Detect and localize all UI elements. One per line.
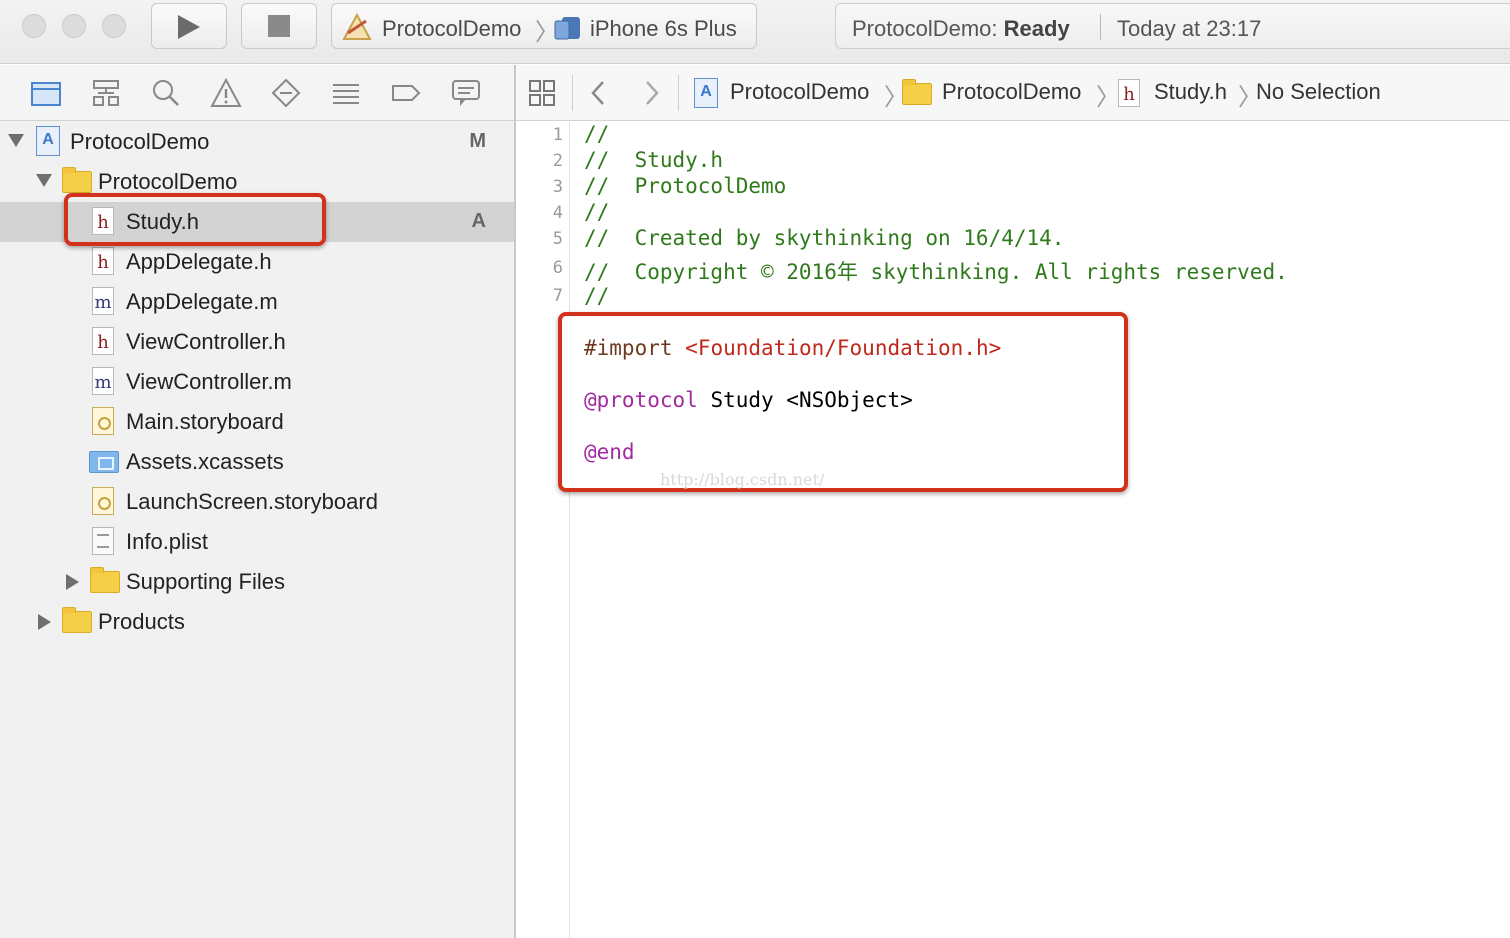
folder-icon <box>90 567 120 593</box>
disclosure-closed-icon[interactable] <box>38 614 51 630</box>
code-line: // Copyright © 2016年 skythinking. All ri… <box>584 260 1288 284</box>
minimize-window-button[interactable] <box>62 14 86 38</box>
line-number: 6 <box>552 258 563 278</box>
line-number: 7 <box>552 286 563 306</box>
tree-item-assets[interactable]: Assets.xcassets <box>0 442 514 482</box>
scheme-device-label: iPhone 6s Plus <box>590 16 737 41</box>
code-line: // Created by skythinking on 16/4/14. <box>584 226 1065 250</box>
tree-item-appdelegate-m[interactable]: m AppDelegate.m <box>0 282 514 322</box>
tree-item-label: Main.storyboard <box>126 409 284 434</box>
header-file-icon: h <box>92 327 114 355</box>
tree-item-label: LaunchScreen.storyboard <box>126 489 378 514</box>
tree-item-project[interactable]: ProtocolDemo M <box>0 122 514 162</box>
hierarchy-icon[interactable] <box>90 77 122 109</box>
code-line: // ProtocolDemo <box>584 174 787 198</box>
folder-icon <box>62 607 92 633</box>
source-control-badge: M <box>469 130 486 152</box>
xcode-project-icon <box>694 78 718 108</box>
asset-catalog-icon <box>89 451 119 473</box>
tree-item-label: AppDelegate.m <box>126 289 278 314</box>
tree-item-viewcontroller-h[interactable]: h ViewController.h <box>0 322 514 362</box>
code-line: // Study.h <box>584 148 724 172</box>
tree-item-supporting-files[interactable]: Supporting Files <box>0 562 514 602</box>
implementation-file-icon: m <box>92 367 114 395</box>
breadcrumb-project[interactable]: ProtocolDemo <box>730 79 869 105</box>
disclosure-open-icon[interactable] <box>8 134 24 147</box>
tree-item-label: Supporting Files <box>126 569 285 594</box>
implementation-file-icon: m <box>92 287 114 315</box>
tree-item-label: ProtocolDemo <box>98 169 238 194</box>
related-items-grid-icon[interactable] <box>528 79 556 107</box>
tree-item-viewcontroller-m[interactable]: m ViewController.m <box>0 362 514 402</box>
line-number-gutter: 1 2 3 4 5 6 7 <box>516 122 570 938</box>
device-icon <box>554 17 580 40</box>
code-line: // <box>584 200 610 224</box>
line-number: 3 <box>552 177 563 197</box>
tree-item-label: AppDelegate.h <box>126 249 272 274</box>
tree-item-label: ProtocolDemo <box>70 129 210 154</box>
zoom-window-button[interactable] <box>102 14 126 38</box>
forward-chevron-icon[interactable] <box>642 79 662 107</box>
line-number: 5 <box>552 229 563 249</box>
disclosure-open-icon[interactable] <box>36 174 52 187</box>
disclosure-closed-icon[interactable] <box>66 574 79 590</box>
header-file-icon: h <box>1118 79 1140 107</box>
activity-status: ProtocolDemo: Ready Today at 23:17 <box>835 3 1510 49</box>
status-time: Today at 23:17 <box>1117 16 1262 41</box>
navigator-tabs <box>0 65 514 121</box>
xcode-hammer-icon <box>342 13 372 40</box>
tree-item-info-plist[interactable]: Info.plist <box>0 522 514 562</box>
search-icon[interactable] <box>150 77 182 109</box>
back-chevron-icon[interactable] <box>588 79 608 107</box>
speech-bubble-icon[interactable] <box>450 77 482 109</box>
line-number: 4 <box>552 203 563 223</box>
tree-item-label: ViewController.h <box>126 329 286 354</box>
tree-item-label: Info.plist <box>126 529 208 554</box>
list-icon[interactable] <box>330 77 362 109</box>
breakpoint-diamond-icon[interactable] <box>270 77 302 109</box>
stop-button[interactable] <box>241 3 317 49</box>
tree-item-main-storyboard[interactable]: Main.storyboard <box>0 402 514 442</box>
folder-icon <box>62 167 92 193</box>
tree-item-products[interactable]: Products <box>0 602 514 642</box>
tree-item-label: Assets.xcassets <box>126 449 284 474</box>
breadcrumb-file[interactable]: Study.h <box>1154 79 1227 105</box>
folder-icon[interactable] <box>30 77 62 109</box>
code-line-protocol: @protocol Study <NSObject> <box>584 388 913 412</box>
code-line-import: #import <Foundation/Foundation.h> <box>584 336 1002 360</box>
breadcrumb-group[interactable]: ProtocolDemo <box>942 79 1081 105</box>
scheme-project-label: ProtocolDemo <box>382 16 522 41</box>
tag-icon[interactable] <box>390 77 422 109</box>
chevron-right-icon: 〉 <box>1096 84 1120 111</box>
tree-item-appdelegate-h[interactable]: h AppDelegate.h <box>0 242 514 282</box>
tree-item-launchscreen[interactable]: LaunchScreen.storyboard <box>0 482 514 522</box>
highlight-annotation <box>64 193 326 246</box>
xcode-project-icon <box>36 126 60 156</box>
storyboard-file-icon <box>92 407 114 435</box>
line-number: 2 <box>552 151 563 171</box>
tree-item-label: ViewController.m <box>126 369 292 394</box>
run-button[interactable] <box>151 3 227 49</box>
warning-icon[interactable] <box>210 77 242 109</box>
tree-item-label: Products <box>98 609 185 634</box>
stop-icon <box>268 15 290 37</box>
jump-bar: ProtocolDemo 〉 ProtocolDemo 〉 h Study.h … <box>516 65 1510 121</box>
scheme-selector[interactable]: ProtocolDemo 〉 iPhone 6s Plus <box>331 3 757 49</box>
source-control-badge: A <box>471 210 486 232</box>
toolbar: ProtocolDemo 〉 iPhone 6s Plus ProtocolDe… <box>0 0 1510 64</box>
close-window-button[interactable] <box>22 14 46 38</box>
header-file-icon: h <box>92 247 114 275</box>
watermark: http://blog.csdn.net/ <box>660 470 825 489</box>
folder-icon <box>902 79 932 105</box>
plist-file-icon <box>92 527 114 555</box>
status-text: ProtocolDemo: Ready <box>852 16 1070 41</box>
play-icon <box>178 15 200 39</box>
code-line: // <box>584 122 610 146</box>
line-number: 1 <box>552 125 563 145</box>
breadcrumb-symbol[interactable]: No Selection <box>1256 79 1381 105</box>
storyboard-file-icon <box>92 487 114 515</box>
code-line: // <box>584 284 610 308</box>
code-line-end: @end <box>584 440 635 464</box>
